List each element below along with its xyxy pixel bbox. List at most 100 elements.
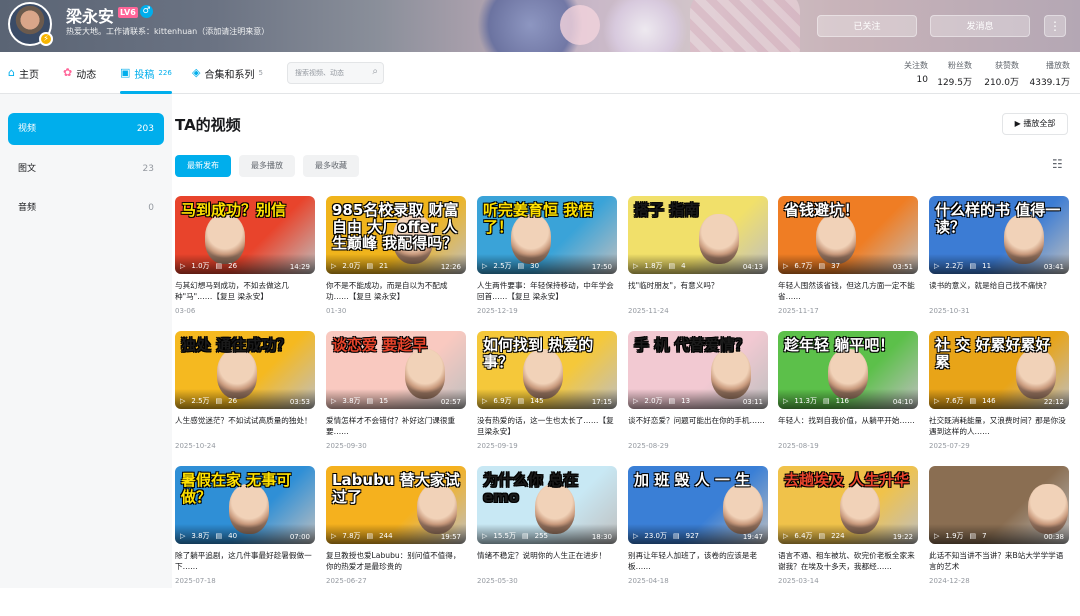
video-thumbnail[interactable]: 独处 通往成功？ ▷ 2.5万 ▤ 26 03:53 <box>175 331 315 409</box>
stat-label: 获赞数 <box>995 61 1019 70</box>
video-card[interactable]: 搭子 指南 ▷ 1.8万 ▤ 4 04:13 找"临时朋友"，有意义吗？ 2025-11-24 <box>628 196 768 346</box>
video-thumbnail[interactable]: 趁年轻 躺平吧！ ▷ 11.3万 ▤ 116 04:10 <box>778 331 918 409</box>
video-thumbnail[interactable]: ▷ 1.9万 ▤ 7 00:38 <box>929 466 1069 544</box>
tab-posts-count: 226 <box>158 69 172 77</box>
comment-count: 244 <box>379 532 393 540</box>
video-card[interactable]: 如何找到 热爱的事？ ▷ 6.9万 ▤ 145 17:15 没有热爱的话，这一生也太长了……… <box>477 331 617 481</box>
video-card[interactable]: 为什么你 总在emo ▷ 15.5万 ▤ 255 18:30 情绪不稳定？说明你的人生正在进… <box>477 466 617 616</box>
video-thumbnail[interactable]: Labubu 替大家试过了 ▷ 7.8万 ▤ 244 19:57 <box>326 466 466 544</box>
video-card[interactable]: 暑假在家 无事可做？ ▷ 3.8万 ▤ 40 07:00 除了躺平追剧，这几件事最好趁暑假做… <box>175 466 315 616</box>
stat-value: 129.5万 <box>937 78 972 88</box>
video-thumbnail[interactable]: 手 机 代替爱情？ ▷ 2.0万 ▤ 13 03:11 <box>628 331 768 409</box>
play-all-button[interactable]: ▶ 播放全部 <box>1002 113 1068 135</box>
video-card[interactable]: 谈恋爱 要趁早 ▷ 3.8万 ▤ 15 02:57 爱情怎样才不会错付？补好这门课很重要……… <box>326 331 466 481</box>
video-card[interactable]: 社 交 好累好累好累 ▷ 7.6万 ▤ 146 22:12 社交既消耗能量，又浪费时间？那是… <box>929 331 1069 481</box>
tab-most-favorited[interactable]: 最多收藏 <box>303 155 359 177</box>
video-card[interactable]: 985名校录取 财富自由 大厂offer 人生巅峰 我配得吗？ ▷ 2.0万 ▤ 21 1… <box>326 196 466 346</box>
video-thumbnail[interactable]: 985名校录取 财富自由 大厂offer 人生巅峰 我配得吗？ ▷ 2.0万 ▤ 21 1… <box>326 196 466 274</box>
sidebar-item-audio[interactable]: 音频 0 <box>8 192 164 224</box>
video-title[interactable]: 爱情怎样才不会错付？补好这门课很重要…… <box>326 415 466 437</box>
stat-following[interactable]: 关注数 10 <box>904 60 928 85</box>
video-card[interactable]: 独处 通往成功？ ▷ 2.5万 ▤ 26 03:53 人生感觉迷茫？不如试试高质量的独处！ 2… <box>175 331 315 481</box>
stat-followers[interactable]: 粉丝数 129.5万 <box>937 60 972 88</box>
thumbnail-caption: 马到成功？别信 <box>181 201 287 219</box>
tab-posts[interactable]: ▣ 投稿 226 <box>120 64 172 82</box>
tab-collections[interactable]: ◈ 合集和系列 5 <box>192 64 263 82</box>
video-stats: ▷ 1.8万 ▤ 4 <box>633 261 686 271</box>
video-title[interactable]: 年轻人囤然该省钱，但这几方面一定不能省…… <box>778 280 918 302</box>
thumbnail-caption: 手 机 代替爱情？ <box>634 336 750 354</box>
video-title[interactable]: 读书的意义，就是给自己找不痛快？ <box>929 280 1069 291</box>
video-title[interactable]: 此话不知当讲不当讲？来B站大学学学语言的艺术 <box>929 550 1069 572</box>
video-card[interactable]: 什么样的书 值得一读？ ▷ 2.2万 ▤ 11 03:41 读书的意义，就是给自己找不痛快？… <box>929 196 1069 346</box>
tab-home[interactable]: ⌂ 主页 <box>8 64 39 82</box>
video-title[interactable]: 情绪不稳定？说明你的人生正在进步！ <box>477 550 617 561</box>
video-thumbnail[interactable]: 去趟埃及 人生升华 ▷ 6.4万 ▤ 224 19:22 <box>778 466 918 544</box>
comment-count-icon: ▤ <box>818 262 826 270</box>
video-date: 2025-07-18 <box>175 577 216 585</box>
search-icon[interactable]: ⌕ <box>372 66 378 77</box>
video-thumbnail[interactable]: 加 班 毁 人 一 生 ▷ 23.0万 ▤ 927 19:47 <box>628 466 768 544</box>
video-thumbnail[interactable]: 为什么你 总在emo ▷ 15.5万 ▤ 255 18:30 <box>477 466 617 544</box>
video-title[interactable]: 谈不好恋爱？问题可能出在你的手机…… <box>628 415 768 426</box>
tab-latest[interactable]: 最新发布 <box>175 155 231 177</box>
video-title[interactable]: 人生两件要事：年轻保持移动，中年学会回首……【复旦 梁永安】 <box>477 280 617 302</box>
video-title[interactable]: 社交既消耗能量，又浪费时间？那是你没遇到这样的人…… <box>929 415 1069 437</box>
video-card[interactable]: ▷ 1.9万 ▤ 7 00:38 此话不知当讲不当讲？来B站大学学学语言的艺术 2024-1… <box>929 466 1069 616</box>
comment-count-icon: ▤ <box>969 262 977 270</box>
video-card[interactable]: 加 班 毁 人 一 生 ▷ 23.0万 ▤ 927 19:47 别再让年轻人加班了，该卷的应… <box>628 466 768 616</box>
video-title[interactable]: 你不是不能成功，而是自以为不配成功……【复旦 梁永安】 <box>326 280 466 302</box>
follow-button[interactable]: 已关注 <box>817 15 917 37</box>
video-stats: ▷ 2.0万 ▤ 13 <box>633 396 690 406</box>
video-title[interactable]: 语言不通、租车被坑、砍完价老板全家来谢我？在埃及十多天，我都经…… <box>778 550 918 572</box>
play-count: 7.6万 <box>945 397 964 405</box>
comment-count: 26 <box>228 397 238 405</box>
play-count: 6.7万 <box>794 262 813 270</box>
video-card[interactable]: Labubu 替大家试过了 ▷ 7.8万 ▤ 244 19:57 复旦教授也爱Labubu：… <box>326 466 466 616</box>
comment-count: 7 <box>982 532 987 540</box>
video-card[interactable]: 手 机 代替爱情？ ▷ 2.0万 ▤ 13 03:11 谈不好恋爱？问题可能出在你的手机……… <box>628 331 768 481</box>
stat-label: 粉丝数 <box>948 61 972 70</box>
video-thumbnail[interactable]: 如何找到 热爱的事？ ▷ 6.9万 ▤ 145 17:15 <box>477 331 617 409</box>
video-thumbnail[interactable]: 什么样的书 值得一读？ ▷ 2.2万 ▤ 11 03:41 <box>929 196 1069 274</box>
video-stats: ▷ 6.4万 ▤ 224 <box>783 531 845 541</box>
video-duration: 19:57 <box>440 533 461 541</box>
video-date: 2025-03-14 <box>778 577 819 585</box>
video-card[interactable]: 省钱避坑！ ▷ 6.7万 ▤ 37 03:51 年轻人囤然该省钱，但这几方面一定不能省…… 2… <box>778 196 918 346</box>
video-thumbnail[interactable]: 社 交 好累好累好累 ▷ 7.6万 ▤ 146 22:12 <box>929 331 1069 409</box>
video-title[interactable]: 没有热爱的话，这一生也太长了……【复旦梁永安】 <box>477 415 617 437</box>
sidebar-item-video[interactable]: 视频 203 <box>8 113 164 145</box>
video-card[interactable]: 马到成功？别信 ▷ 1.0万 ▤ 26 14:29 与其幻想马到成功，不如去做这几种"马"…… <box>175 196 315 346</box>
video-title[interactable]: 人生感觉迷茫？不如试试高质量的独处！ <box>175 415 315 426</box>
play-count: 1.8万 <box>644 262 663 270</box>
user-sign: 热爱大地。工作请联系：kittenhuan（添加请注明来意） <box>66 27 270 36</box>
home-icon: ⌂ <box>8 66 15 79</box>
sidebar-item-article[interactable]: 图文 23 <box>8 153 164 185</box>
video-card[interactable]: 听完姜育恒 我悟了！ ▷ 2.5万 ▤ 30 17:50 人生两件要事：年轻保持移动，中年学… <box>477 196 617 346</box>
video-title[interactable]: 除了躺平追剧，这几件事最好趁暑假做一下…… <box>175 550 315 572</box>
layout-toggle-icon[interactable]: ☷ <box>1052 157 1063 171</box>
tab-dynamic[interactable]: ✿ 动态 <box>63 64 96 82</box>
tab-most-played[interactable]: 最多播放 <box>239 155 295 177</box>
video-thumbnail[interactable]: 搭子 指南 ▷ 1.8万 ▤ 4 04:13 <box>628 196 768 274</box>
video-stats: ▷ 2.5万 ▤ 26 <box>180 396 237 406</box>
video-thumbnail[interactable]: 听完姜育恒 我悟了！ ▷ 2.5万 ▤ 30 17:50 <box>477 196 617 274</box>
video-card[interactable]: 趁年轻 躺平吧！ ▷ 11.3万 ▤ 116 04:10 年轻人：找到自我价值，从躺平开始…… <box>778 331 918 481</box>
video-card[interactable]: 去趟埃及 人生升华 ▷ 6.4万 ▤ 224 19:22 语言不通、租车被坑、砍完价老板全家… <box>778 466 918 616</box>
video-title[interactable]: 找"临时朋友"，有意义吗？ <box>628 280 768 291</box>
tab-collections-count: 5 <box>258 69 263 77</box>
play-count: 2.5万 <box>493 262 512 270</box>
video-thumbnail[interactable]: 省钱避坑！ ▷ 6.7万 ▤ 37 03:51 <box>778 196 918 274</box>
video-stats: ▷ 7.6万 ▤ 146 <box>934 396 996 406</box>
video-title[interactable]: 年轻人：找到自我价值，从躺平开始…… <box>778 415 918 426</box>
video-thumbnail[interactable]: 谈恋爱 要趁早 ▷ 3.8万 ▤ 15 02:57 <box>326 331 466 409</box>
video-thumbnail[interactable]: 马到成功？别信 ▷ 1.0万 ▤ 26 14:29 <box>175 196 315 274</box>
video-date: 2025-08-29 <box>628 442 669 450</box>
video-title[interactable]: 复旦教授也爱Labubu：别问值不值得，你的热爱才是最珍贵的 <box>326 550 466 572</box>
video-title[interactable]: 与其幻想马到成功，不如去做这几种"马"……【复旦 梁永安】 <box>175 280 315 302</box>
message-button[interactable]: 发消息 <box>930 15 1030 37</box>
more-options-button[interactable]: ⋮ <box>1044 15 1066 37</box>
video-title[interactable]: 别再让年轻人加班了，该卷的应该是老板…… <box>628 550 768 572</box>
search-input[interactable]: 搜索视频、动态 ⌕ <box>287 62 384 84</box>
video-thumbnail[interactable]: 暑假在家 无事可做？ ▷ 3.8万 ▤ 40 07:00 <box>175 466 315 544</box>
